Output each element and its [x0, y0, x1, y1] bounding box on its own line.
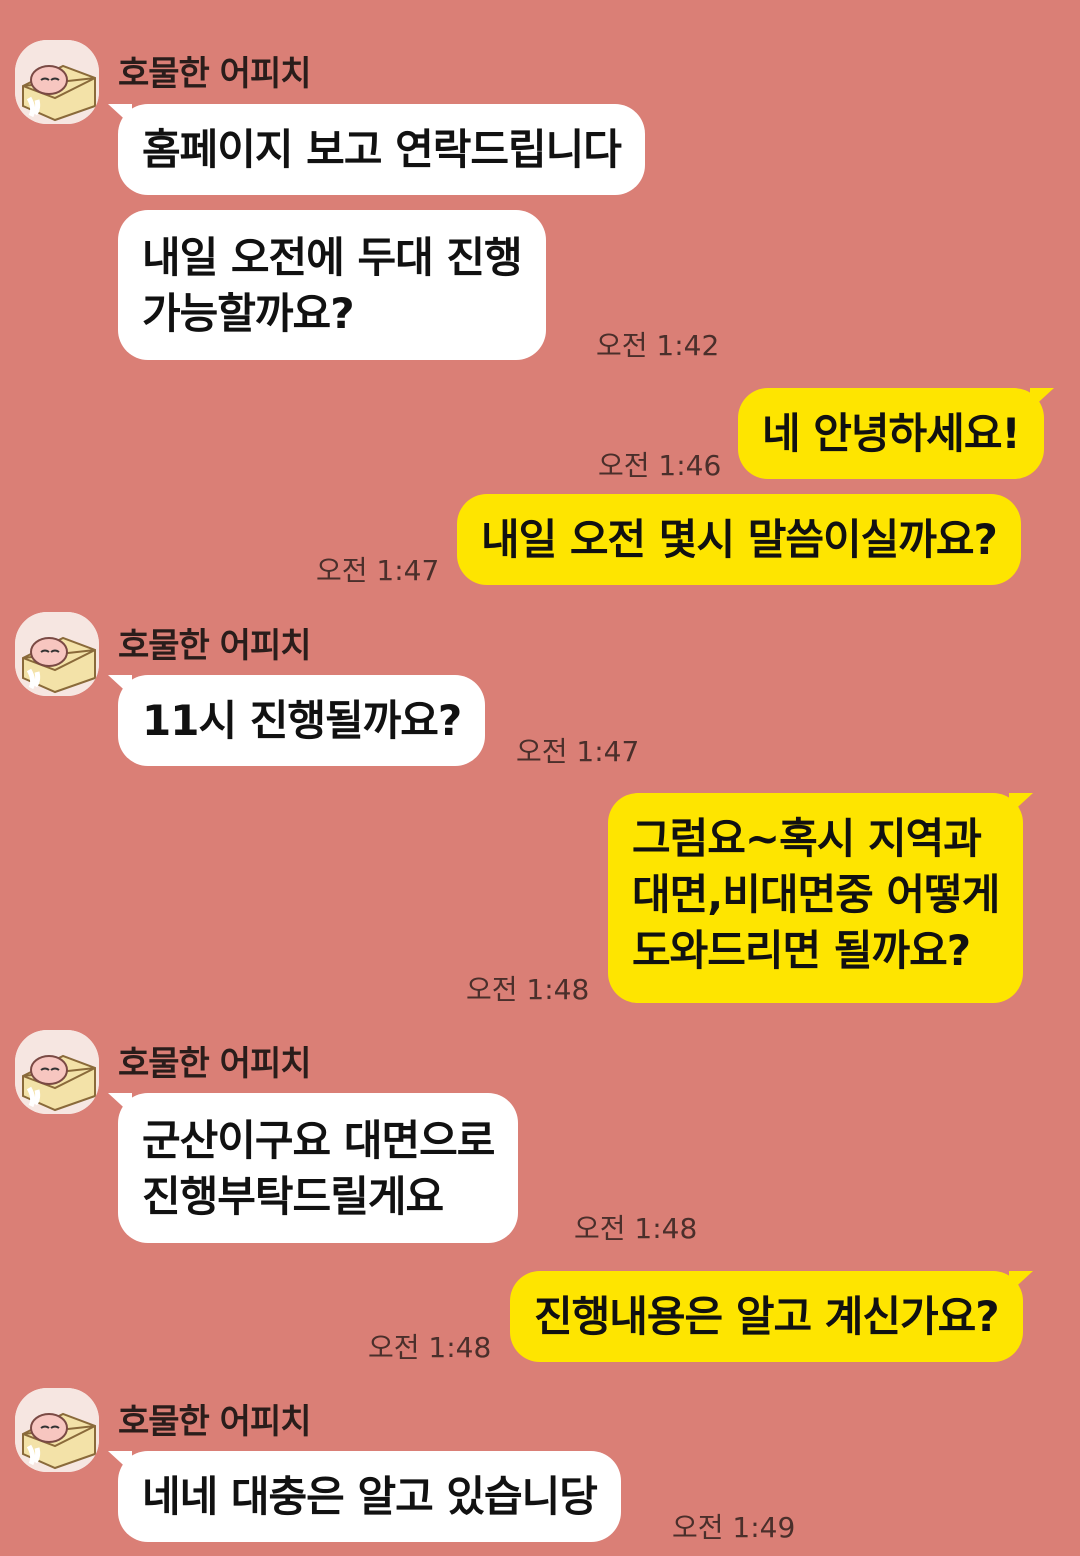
- profile-avatar-icon[interactable]: [15, 1030, 99, 1114]
- message-timestamp: 오전 1:46: [598, 449, 722, 482]
- message-text: 가능할까요?: [142, 289, 355, 338]
- message-timestamp: 오전 1:47: [516, 735, 640, 768]
- apeach-character-icon: [15, 40, 99, 124]
- message-bubble[interactable]: 내일 오전에 두대 진행 가능할까요?: [118, 210, 546, 360]
- message-text: 도와드리면 될까요?: [632, 926, 971, 975]
- message-text: 네네 대충은 알고 있습니당: [142, 1472, 598, 1521]
- message-bubble[interactable]: 내일 오전 몇시 말씀이실까요?: [457, 494, 1021, 585]
- message-text: 진행내용은 알고 계신가요?: [534, 1292, 1000, 1341]
- message-text: 그럼요~혹시 지역과: [632, 814, 982, 863]
- message-text: 군산이구요 대면으로: [142, 1116, 495, 1165]
- message-timestamp: 오전 1:42: [596, 329, 720, 362]
- message-bubble[interactable]: 진행내용은 알고 계신가요?: [510, 1271, 1033, 1362]
- message-text: 내일 오전에 두대 진행: [142, 233, 523, 282]
- message-timestamp: 오전 1:47: [316, 554, 440, 587]
- sender-name: 호물한 어피치: [118, 1044, 312, 1084]
- message-bubble[interactable]: 그럼요~혹시 지역과 대면,비대면중 어떻게 도와드리면 될까요?: [608, 793, 1034, 1003]
- profile-avatar-icon[interactable]: [15, 1388, 99, 1472]
- profile-avatar-icon[interactable]: [15, 40, 99, 124]
- apeach-character-icon: [15, 612, 99, 696]
- message-timestamp: 오전 1:48: [466, 973, 590, 1006]
- apeach-character-icon: [15, 1388, 99, 1472]
- message-bubble[interactable]: 네 안녕하세요!: [738, 388, 1054, 479]
- sender-name: 호물한 어피치: [118, 54, 312, 94]
- apeach-character-icon: [15, 1030, 99, 1114]
- message-timestamp: 오전 1:48: [574, 1212, 698, 1245]
- message-text: 네 안녕하세요!: [762, 409, 1021, 458]
- message-bubble[interactable]: 군산이구요 대면으로 진행부탁드릴게요: [107, 1093, 519, 1243]
- message-text: 홈페이지 보고 연락드립니다: [142, 125, 622, 174]
- profile-avatar-icon[interactable]: [15, 612, 99, 696]
- sender-name: 호물한 어피치: [118, 626, 312, 666]
- chat-room: 호물한 어피치 홈페이지 보고 연락드립니다 내일 오전에 두대 진행 가능할까…: [0, 0, 1080, 1556]
- message-timestamp: 오전 1:48: [368, 1331, 492, 1364]
- message-timestamp: 오전 1:49: [672, 1511, 796, 1544]
- message-text: 진행부탁드릴게요: [142, 1172, 444, 1221]
- message-text: 대면,비대면중 어떻게: [632, 870, 1000, 919]
- message-bubble[interactable]: 홈페이지 보고 연락드립니다: [108, 104, 645, 195]
- message-bubble[interactable]: 11시 진행될까요?: [107, 675, 486, 766]
- sender-name: 호물한 어피치: [118, 1402, 312, 1442]
- message-text: 내일 오전 몇시 말씀이실까요?: [481, 515, 998, 564]
- message-bubble[interactable]: 네네 대충은 알고 있습니당: [108, 1451, 621, 1542]
- message-text: 11시 진행될까요?: [142, 696, 462, 745]
